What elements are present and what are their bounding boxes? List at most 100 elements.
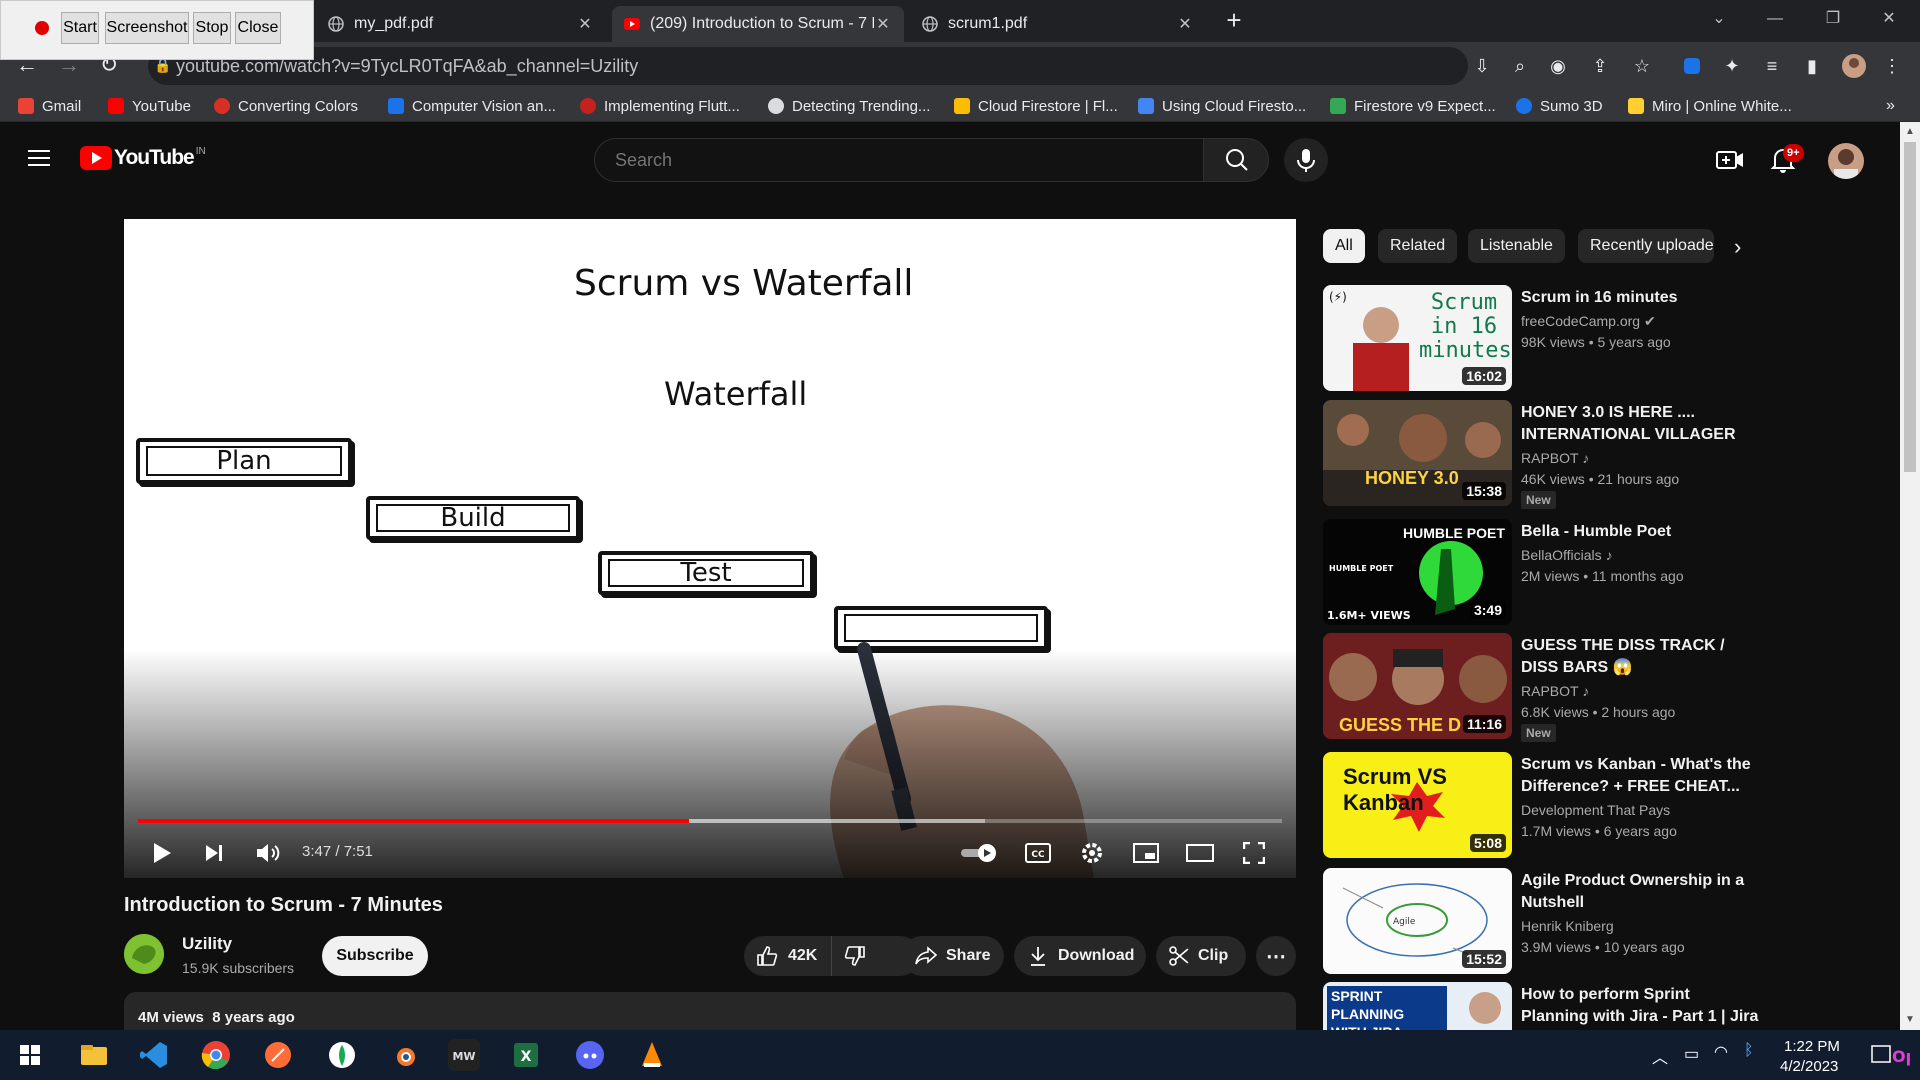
menu-dots-icon[interactable]: ⋮: [1880, 54, 1904, 78]
page-scrollbar[interactable]: ▲ ▼: [1900, 122, 1920, 1030]
bookmark-youtube[interactable]: YouTube: [108, 95, 191, 117]
profile-avatar[interactable]: [1842, 54, 1866, 78]
hamburger-menu-icon[interactable]: [28, 148, 52, 168]
stop-button[interactable]: Stop: [193, 12, 231, 44]
tab-youtube[interactable]: (209) Introduction to Scrum - 7 M ✕: [612, 6, 904, 42]
fullscreen-button[interactable]: [1234, 833, 1274, 873]
channel-avatar[interactable]: [124, 934, 164, 974]
new-tab-button[interactable]: +: [1220, 6, 1248, 34]
recommendation-item[interactable]: Agile 15:52 Agile Product Ownership in a…: [1323, 868, 1763, 978]
video-thumbnail[interactable]: GUESS THE D 11:16: [1323, 633, 1512, 739]
minimize-button[interactable]: —: [1752, 4, 1798, 34]
bookmark-computer-vision[interactable]: Computer Vision an...: [388, 95, 556, 117]
reading-list-icon[interactable]: ≡: [1760, 54, 1784, 78]
search-input[interactable]: [615, 150, 1175, 171]
share-button[interactable]: Share: [902, 936, 1004, 976]
theater-mode-button[interactable]: [1180, 833, 1220, 873]
recommendation-item[interactable]: Scrum VS Kanban 5:08 Scrum vs Kanban - W…: [1323, 752, 1763, 862]
bookmark-gmail[interactable]: Gmail: [18, 95, 81, 117]
captions-button[interactable]: CC: [1018, 833, 1058, 873]
mw-app-icon[interactable]: MW: [448, 1039, 480, 1071]
bookmark-cloud-firestore[interactable]: Cloud Firestore | Fl...: [954, 95, 1118, 117]
battery-icon[interactable]: ▭: [1684, 1044, 1699, 1064]
bookmark-firestore-v9[interactable]: Firestore v9 Expect...: [1330, 95, 1496, 117]
close-icon[interactable]: ✕: [576, 14, 594, 34]
recommendation-item[interactable]: 1.6M+ VIEWS HUMBLE POET HUMBLE POET 3:49 …: [1323, 519, 1763, 629]
dislike-button[interactable]: [832, 936, 878, 976]
subscribe-button[interactable]: Subscribe: [322, 936, 428, 976]
progress-bar[interactable]: [138, 819, 1282, 823]
create-video-icon[interactable]: [1716, 148, 1744, 172]
recommendation-title[interactable]: Bella - Humble Poet: [1521, 521, 1761, 543]
windows-start-icon[interactable]: [14, 1039, 46, 1071]
clip-button[interactable]: Clip: [1156, 936, 1246, 976]
miniplayer-button[interactable]: [1126, 833, 1166, 873]
chip-listenable[interactable]: Listenable: [1468, 229, 1565, 263]
blender-icon[interactable]: [388, 1039, 420, 1071]
video-thumbnail[interactable]: (⚡) Scrum in 16 minutes 16:02: [1323, 285, 1512, 391]
vscode-icon[interactable]: [138, 1039, 170, 1071]
side-panel-icon[interactable]: ▮: [1800, 54, 1824, 78]
discord-icon[interactable]: [574, 1039, 606, 1071]
scroll-up-icon[interactable]: ▲: [1905, 126, 1915, 137]
tray-chevron-up-icon[interactable]: ︿: [1652, 1044, 1668, 1068]
bookmark-sumo-3d[interactable]: Sumo 3D: [1516, 95, 1603, 117]
start-button[interactable]: Start: [61, 12, 99, 44]
recommendation-channel[interactable]: RAPBOT ♪: [1521, 683, 1589, 699]
recommendation-item[interactable]: HONEY 3.0 15:38 HONEY 3.0 IS HERE .... I…: [1323, 400, 1763, 510]
chip-related[interactable]: Related: [1378, 229, 1458, 263]
recommendation-channel[interactable]: freeCodeCamp.org ✔: [1521, 313, 1656, 330]
volume-button[interactable]: [248, 833, 288, 873]
recommendation-title[interactable]: Scrum vs Kanban - What's the Difference?…: [1521, 754, 1761, 798]
bookmark-miro[interactable]: Miro | Online White...: [1628, 95, 1792, 117]
download-button[interactable]: Download: [1014, 936, 1146, 976]
eye-off-icon[interactable]: ◉: [1546, 54, 1570, 78]
vlc-icon[interactable]: [636, 1039, 668, 1071]
settings-button[interactable]: [1072, 833, 1112, 873]
youtube-logo[interactable]: YouTube IN: [80, 146, 206, 170]
recommendation-item[interactable]: GUESS THE D 11:16 GUESS THE DISS TRACK /…: [1323, 633, 1763, 743]
play-button[interactable]: [142, 833, 182, 873]
maximize-button[interactable]: ❐: [1810, 4, 1856, 34]
scroll-down-icon[interactable]: ▼: [1905, 1014, 1915, 1025]
bookmark-detecting-trending[interactable]: Detecting Trending...: [768, 95, 930, 117]
more-bookmarks-icon[interactable]: »: [1886, 95, 1895, 117]
video-thumbnail[interactable]: SPRINT PLANNING WITH JIRA: [1323, 982, 1512, 1030]
description-box[interactable]: 4M views 8 years ago: [124, 992, 1296, 1032]
excel-icon[interactable]: X: [510, 1039, 542, 1071]
notification-center-icon[interactable]: Op: [1870, 1040, 1910, 1070]
chevron-right-icon[interactable]: ›: [1734, 234, 1741, 260]
mongodb-icon[interactable]: [326, 1039, 358, 1071]
bookmark-converting-colors[interactable]: Converting Colors: [214, 95, 358, 117]
channel-name[interactable]: Uzility: [182, 934, 232, 954]
wifi-icon[interactable]: ◠: [1714, 1042, 1728, 1062]
voice-search-button[interactable]: [1284, 138, 1328, 182]
like-button[interactable]: 42K: [744, 936, 833, 976]
video-thumbnail[interactable]: HONEY 3.0 15:38: [1323, 400, 1512, 506]
install-icon[interactable]: ⇩: [1470, 54, 1494, 78]
close-button[interactable]: Close: [235, 12, 281, 44]
close-icon[interactable]: ✕: [1176, 14, 1194, 34]
video-thumbnail[interactable]: Scrum VS Kanban 5:08: [1323, 752, 1512, 858]
recommendation-channel[interactable]: BellaOfficials ♪: [1521, 547, 1613, 563]
taskbar-time[interactable]: 1:22 PM: [1784, 1038, 1840, 1055]
scrollbar-thumb[interactable]: [1904, 142, 1916, 472]
recommendation-title[interactable]: How to perform Sprint Planning with Jira…: [1521, 984, 1761, 1028]
search-box[interactable]: [594, 138, 1204, 182]
tab-scrum1-pdf[interactable]: scrum1.pdf ✕: [910, 6, 1206, 42]
address-bar[interactable]: 🔒 youtube.com/watch?v=9TycLR0TqFA&ab_cha…: [148, 47, 1468, 85]
autoplay-toggle[interactable]: [956, 833, 1002, 873]
bookmark-star-icon[interactable]: ☆: [1630, 54, 1654, 78]
recommendation-title[interactable]: Scrum in 16 minutes: [1521, 287, 1761, 309]
close-icon[interactable]: ✕: [874, 14, 892, 34]
recommendation-title[interactable]: GUESS THE DISS TRACK / DISS BARS 😱: [1521, 635, 1761, 679]
share-page-icon[interactable]: ⇪: [1588, 54, 1612, 78]
bookmark-implementing-flutter[interactable]: Implementing Flutt...: [580, 95, 740, 117]
account-avatar[interactable]: [1828, 143, 1864, 179]
zoom-icon[interactable]: ⌕: [1508, 54, 1532, 78]
bookmark-using-cloud-firestore[interactable]: Using Cloud Firesto...: [1138, 95, 1306, 117]
video-thumbnail[interactable]: 1.6M+ VIEWS HUMBLE POET HUMBLE POET 3:49: [1323, 519, 1512, 625]
postman-icon[interactable]: [262, 1039, 294, 1071]
window-close-button[interactable]: ✕: [1866, 4, 1912, 34]
recommendation-item[interactable]: SPRINT PLANNING WITH JIRA How to perform…: [1323, 982, 1763, 1030]
